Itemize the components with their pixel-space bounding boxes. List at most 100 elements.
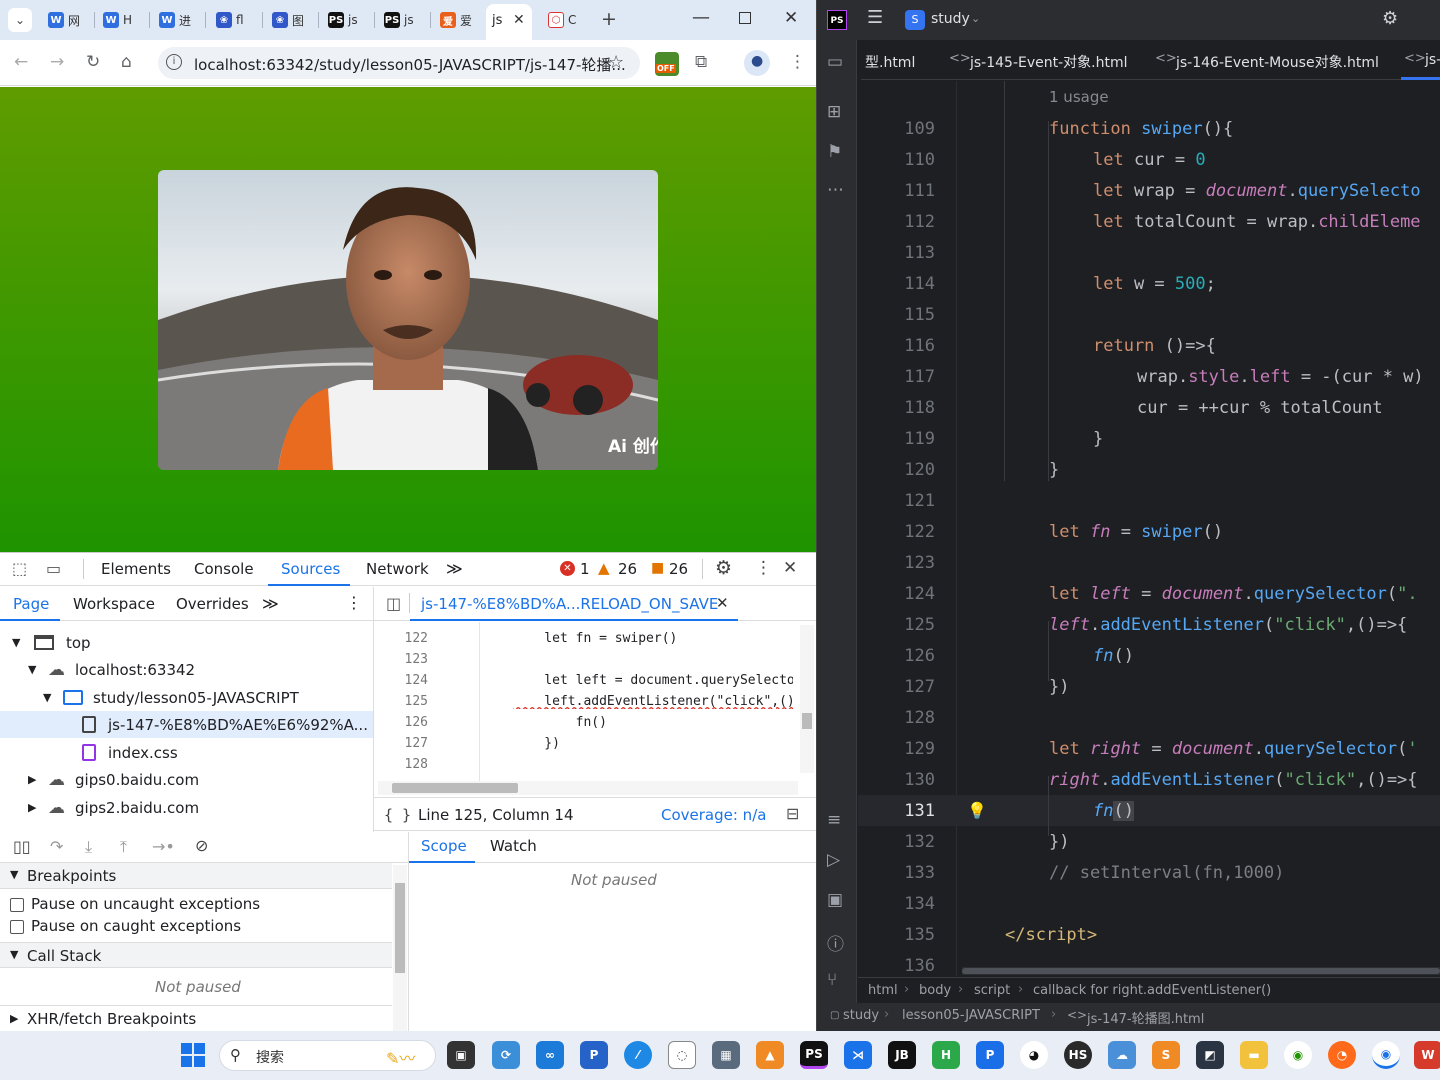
source-code[interactable]: function swiper(){ let cur = 0 let wrap … [817,0,1440,980]
phpstorm-taskbar-icon[interactable]: PS [800,1041,828,1069]
xhr-breakpoints-section[interactable]: ▶ XHR/fetch Breakpoints [0,1005,392,1031]
open-file-tab[interactable]: js-147-%E8%BD%A...RELOAD_ON_SAVE [421,595,718,613]
app-icon[interactable]: P [976,1041,1004,1069]
chrome-active-icon[interactable]: ◉ [1372,1041,1400,1069]
app-icon[interactable]: ⁄ [624,1041,652,1069]
pause-icon[interactable]: ▯▯ [13,837,31,856]
tab-watch[interactable]: Watch [490,837,537,855]
toggle-debugger-icon[interactable]: ⊟ [786,804,799,823]
intention-bulb-icon[interactable]: 💡 [967,801,987,820]
pause-caught-checkbox[interactable] [10,920,24,934]
editor-hscrollbar[interactable] [378,781,798,795]
browser-tab[interactable]: ❀ 图 [272,6,304,34]
reload-icon[interactable]: ↻ [86,52,100,72]
app-icon[interactable]: H [932,1041,960,1069]
browser-tab[interactable]: ❀ fl [216,6,244,34]
device-toolbar-icon[interactable]: ▭ [46,559,61,578]
tree-item-localhost[interactable]: ▼ ☁ localhost:63342 [0,656,373,683]
active-tab[interactable]: js ✕ [486,4,532,40]
app-icon[interactable]: ◕ [1020,1041,1048,1069]
toggle-navigator-icon[interactable]: ◫ [386,594,401,613]
site-info-icon[interactable]: i [166,54,182,70]
tree-item-folder[interactable]: ▼ study/lesson05-JAVASCRIPT [0,684,373,711]
app-icon[interactable]: P [580,1041,608,1069]
step-into-icon[interactable]: ⤓ [85,837,92,857]
browser-tab[interactable]: PS js [384,6,414,34]
jetbrains-icon[interactable]: JB [888,1041,916,1069]
close-file-icon[interactable]: ✕ [716,594,729,612]
close-tab-icon[interactable]: ✕ [513,12,525,28]
task-view-icon[interactable]: ▣ [447,1041,475,1069]
app-icon[interactable]: HS [1064,1041,1092,1069]
browser-tab[interactable]: W网 [48,6,80,34]
back-icon[interactable]: ← [14,52,28,72]
sidebar-scrollbar[interactable] [393,865,407,1031]
app-icon[interactable]: ⟳ [492,1041,520,1069]
close-devtools-icon[interactable]: ✕ [783,558,797,578]
devtools-header: ⬚ ▭ Elements Console Sources Network ≫ ✕… [0,553,816,586]
tab-scope[interactable]: Scope [421,837,467,855]
app-icon[interactable]: ◩ [1196,1041,1224,1069]
tab-overrides[interactable]: Overrides [176,595,249,613]
close-window-icon[interactable]: ✕ [784,8,798,28]
file-explorer-icon[interactable]: ▬ [1240,1041,1268,1069]
chrome-icon[interactable]: ◉ [1284,1041,1312,1069]
extensions-puzzle-icon[interactable]: ⧉ [695,52,707,72]
browser-tab[interactable]: PS js [328,6,358,34]
breakpoints-section[interactable]: ▼ Breakpoints [0,863,392,889]
home-icon[interactable]: ⌂ [121,52,132,72]
app-icon[interactable]: ∞ [536,1041,564,1069]
more-nav-tabs-icon[interactable]: ≫ [262,594,279,613]
tab-elements[interactable]: Elements [101,560,171,578]
browser-tab[interactable]: 爱爱 [440,6,472,34]
sublime-icon[interactable]: S [1152,1041,1180,1069]
tab-console[interactable]: Console [194,560,254,578]
tree-item-active-file[interactable]: js-147-%E8%BD%AE%E6%92%A... [0,711,373,738]
editor-vscrollbar[interactable] [800,625,814,773]
more-tabs-icon[interactable]: ≫ [446,559,463,578]
step-over-icon[interactable]: ↷ [50,837,63,856]
app-icon[interactable]: W [1414,1041,1440,1069]
tree-item-css-file[interactable]: index.css [0,739,373,766]
menu-kebab-icon[interactable]: ⋮ [789,52,806,72]
inspect-element-icon[interactable]: ⬚ [12,559,27,578]
tab-sources[interactable]: Sources [281,560,340,578]
tree-item-gips0[interactable]: ▶ ☁ gips0.baidu.com [0,766,373,793]
minimize-icon[interactable]: — [692,7,710,28]
call-stack-section[interactable]: ▼ Call Stack [0,942,392,968]
app-icon[interactable]: ☁ [1108,1041,1136,1069]
forward-icon[interactable]: → [50,52,64,72]
tab-search-icon[interactable]: ⌄ [8,8,32,32]
tab-network[interactable]: Network [366,560,429,578]
new-tab-icon[interactable]: + [601,8,617,30]
tree-item-gips2[interactable]: ▶ ☁ gips2.baidu.com [0,794,373,821]
pause-uncaught-checkbox[interactable] [10,898,24,912]
navigator-menu-icon[interactable]: ⋮ [346,593,362,612]
browser-tab[interactable]: ⬡ C [548,6,576,34]
extension-icon[interactable]: OFF [655,52,679,76]
deactivate-breakpoints-icon[interactable]: ⊘ [195,836,208,855]
step-icon[interactable]: →• [152,837,175,856]
vscode-icon[interactable]: ⋊ [844,1041,872,1069]
tab-workspace[interactable]: Workspace [73,595,155,613]
step-out-icon[interactable]: ⤒ [120,837,127,857]
address-bar[interactable]: i localhost:63342/study/lesson05-JAVASCR… [158,47,640,79]
app-icon[interactable]: ▲ [756,1041,784,1069]
tree-item-top[interactable]: ▼ top [0,629,373,656]
pretty-print-icon[interactable]: { } [384,806,411,824]
settings-gear-icon[interactable]: ⚙ [715,557,732,579]
tab-page[interactable]: Page [13,595,49,613]
firefox-icon[interactable]: ◔ [1328,1041,1356,1069]
bookmark-star-icon[interactable]: ☆ [608,52,624,73]
editor-hscroll[interactable] [962,967,1440,975]
browser-tab[interactable]: W进 [159,6,191,34]
feedback-icon[interactable]: ◌ [668,1041,696,1069]
browser-tab[interactable]: WH [103,6,132,34]
devtools-menu-icon[interactable]: ⋮ [755,558,772,578]
maximize-icon[interactable] [739,12,751,24]
profile-avatar[interactable]: ● [744,50,770,76]
editor-tabs: ◫ js-147-%E8%BD%A...RELOAD_ON_SAVE ✕ [374,587,816,621]
app-icon[interactable]: ▦ [712,1041,740,1069]
taskbar-search[interactable]: ⚲ 搜索 ✎〰 [219,1040,436,1071]
windows-start-icon[interactable] [181,1043,205,1067]
